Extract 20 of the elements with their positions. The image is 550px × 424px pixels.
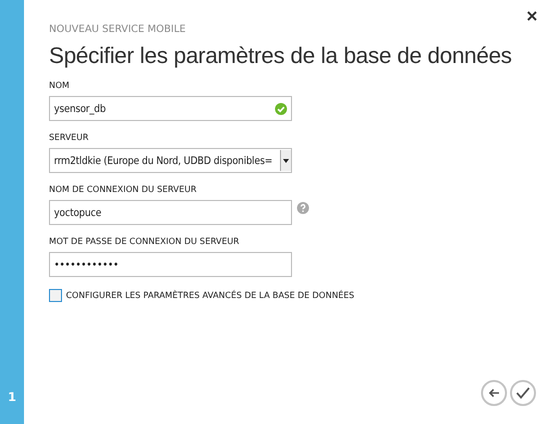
- field-label: SERVEUR: [49, 133, 90, 143]
- dialog-subtitle: NOUVEAU SERVICE MOBILE: [49, 24, 187, 35]
- checkbox-label: CONFIGURER LES PARAMÈTRES AVANCÉS DE LA BASE DE DONNÉES: [66, 290, 354, 300]
- step-number: 1: [8, 390, 16, 404]
- checkbox[interactable]: [49, 289, 62, 302]
- input-field[interactable]: yoctopuce: [49, 200, 292, 225]
- confirm-button[interactable]: [510, 380, 536, 406]
- arrow-left-icon: [488, 388, 500, 398]
- field-label: NOM DE CONNEXION DU SERVEUR: [49, 185, 198, 195]
- close-icon: [526, 10, 538, 22]
- field-label: MOT DE PASSE DE CONNEXION DU SERVEUR: [49, 237, 240, 247]
- server-dropdown[interactable]: rrm2tldkie (Europe du Nord, UDBD disponibles=: [49, 148, 292, 173]
- checkmark-icon: [516, 387, 530, 399]
- back-button[interactable]: [481, 380, 507, 406]
- dialog-title: Spécifier les paramètres de la base de données: [49, 43, 513, 69]
- caret-icon: [283, 158, 289, 162]
- close-button[interactable]: [526, 10, 538, 22]
- field-label: NOM: [49, 81, 70, 91]
- input-field[interactable]: ••••••••••••: [49, 252, 292, 277]
- input-field[interactable]: ysensor_db: [49, 96, 292, 121]
